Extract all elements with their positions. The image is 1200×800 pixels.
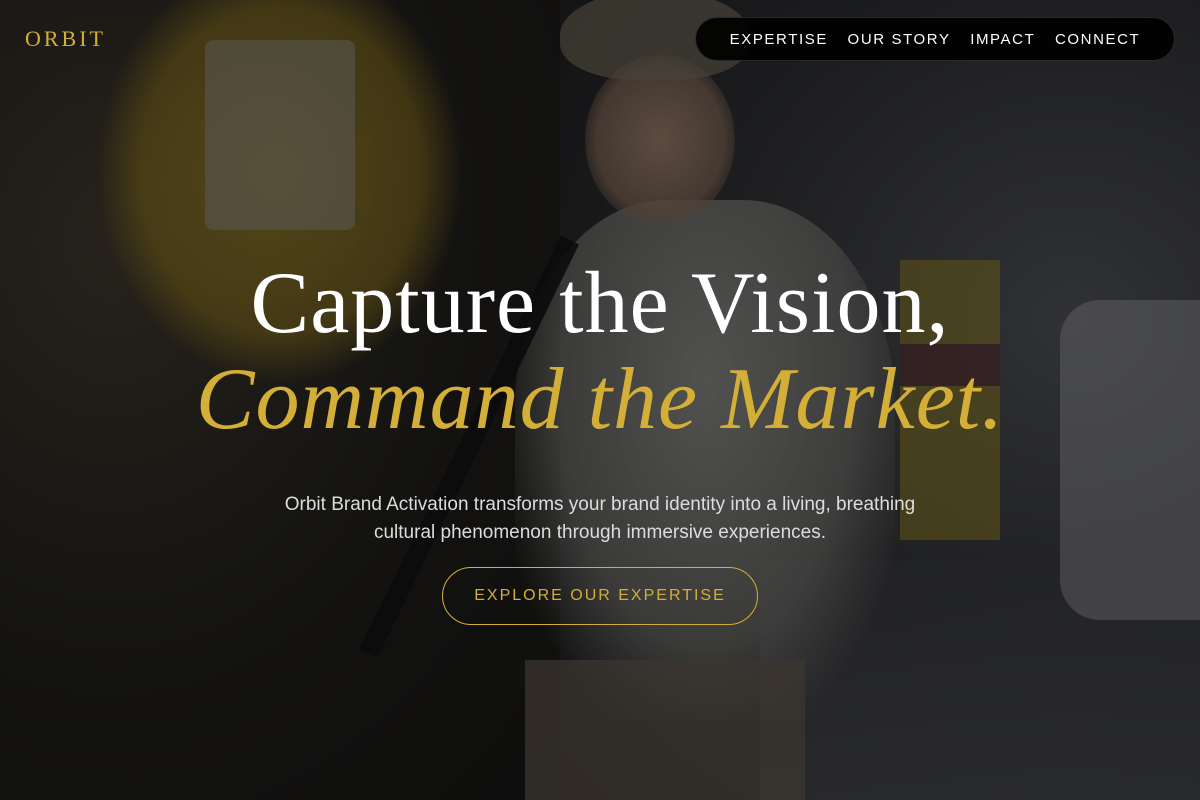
hero-headline-line1: Capture the Vision, bbox=[250, 255, 950, 352]
brand-logo[interactable]: ORBIT bbox=[25, 26, 106, 52]
nav-link-our-story[interactable]: OUR STORY bbox=[848, 31, 951, 48]
hero-subcopy: Orbit Brand Activation transforms your b… bbox=[284, 494, 916, 543]
nav-link-impact[interactable]: IMPACT bbox=[970, 31, 1035, 48]
hero-headline-line2: Command the Market. bbox=[195, 351, 1005, 448]
explore-expertise-button[interactable]: EXPLORE OUR EXPERTISE bbox=[442, 567, 758, 625]
main-nav: EXPERTISE OUR STORY IMPACT CONNECT bbox=[695, 17, 1175, 61]
nav-link-connect[interactable]: CONNECT bbox=[1055, 31, 1140, 48]
nav-link-expertise[interactable]: EXPERTISE bbox=[730, 31, 828, 48]
